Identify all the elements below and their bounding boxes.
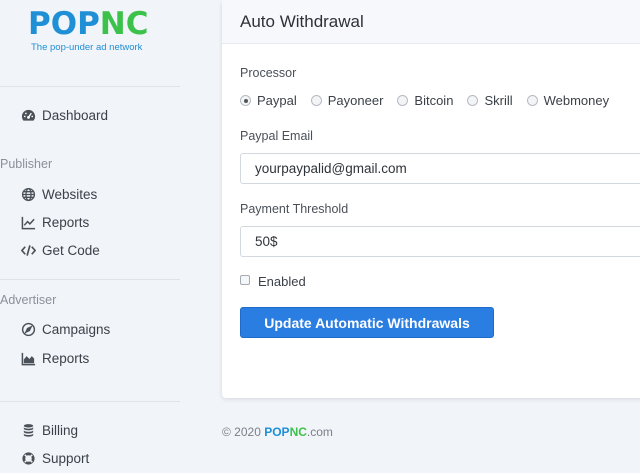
footer-brand-nc: NC: [289, 425, 307, 439]
radio-paypal[interactable]: Paypal: [240, 93, 297, 108]
coins-icon: [20, 422, 36, 438]
sidebar-divider: [0, 401, 180, 402]
sidebar-item-dashboard[interactable]: Dashboard: [20, 104, 108, 126]
sidebar-item-billing[interactable]: Billing: [20, 419, 78, 441]
sidebar-item-label: Campaigns: [42, 321, 111, 337]
sidebar-item-label: Reports: [42, 350, 90, 366]
sidebar-divider: [0, 86, 180, 87]
radio-skrill[interactable]: Skrill: [467, 93, 513, 108]
sidebar: POPNC The pop-under ad network Dashboard…: [0, 0, 180, 473]
radio-dot-selected[interactable]: [240, 95, 251, 106]
radio-label: Skrill: [484, 93, 513, 108]
sidebar-item-label: Support: [42, 450, 90, 466]
sidebar-item-campaigns[interactable]: Campaigns: [20, 318, 110, 340]
radio-label: Webmoney: [543, 93, 610, 108]
section-label-advertiser: Advertiser: [0, 293, 57, 307]
sidebar-item-get-code[interactable]: Get Code: [20, 239, 100, 261]
footer-brand-pop: POP: [264, 425, 290, 439]
sidebar-item-websites[interactable]: Websites: [20, 183, 97, 205]
radio-dot[interactable]: [310, 95, 322, 106]
compass-icon: [20, 321, 36, 337]
logo-pop: POP: [28, 6, 100, 42]
footer-brand[interactable]: POPNC: [264, 425, 307, 439]
sidebar-item-label: Websites: [42, 186, 98, 202]
globe-icon: [20, 186, 36, 202]
threshold-label: Payment Threshold: [240, 202, 349, 216]
footer: © 2020 POPNC.com: [222, 425, 333, 439]
logo[interactable]: POPNC The pop-under ad network: [28, 6, 168, 53]
chart-area-icon: [20, 350, 36, 366]
processor-label: Processor: [240, 66, 297, 80]
radio-dot[interactable]: [397, 95, 409, 106]
paypal-email-input[interactable]: yourpaypalid@gmail.com: [240, 153, 640, 184]
auto-withdrawal-card: Auto Withdrawal Processor Paypal Payonee…: [222, 0, 640, 398]
email-label: Paypal Email: [240, 129, 313, 143]
footer-copyright: © 2020: [222, 425, 261, 439]
enabled-checkbox[interactable]: [240, 274, 250, 285]
sidebar-item-label: Dashboard: [42, 107, 109, 123]
life-ring-icon: [20, 450, 36, 466]
radio-bitcoin[interactable]: Bitcoin: [397, 93, 453, 108]
radio-dot[interactable]: [526, 95, 538, 106]
enabled-checkbox-row[interactable]: Enabled: [240, 274, 306, 289]
processor-radio-group: Paypal Payoneer Bitcoin Skrill Webmoney: [240, 93, 623, 108]
logo-nc: NC: [99, 6, 149, 42]
radio-label: Payoneer: [327, 93, 384, 108]
radio-dot[interactable]: [467, 95, 479, 106]
footer-suffix: .com: [306, 425, 333, 439]
card-title: Auto Withdrawal: [222, 0, 640, 44]
sidebar-item-label: Get Code: [42, 242, 100, 258]
chart-line-icon: [20, 214, 36, 230]
code-icon: [20, 242, 36, 258]
sidebar-item-support[interactable]: Support: [20, 447, 89, 469]
section-label-publisher: Publisher: [0, 157, 53, 171]
sidebar-item-publisher-reports[interactable]: Reports: [20, 211, 89, 233]
sidebar-item-advertiser-reports[interactable]: Reports: [20, 347, 89, 369]
enabled-label: Enabled: [258, 274, 306, 289]
sidebar-item-label: Reports: [42, 214, 90, 230]
sidebar-divider: [0, 279, 180, 280]
radio-label: Bitcoin: [414, 93, 454, 108]
update-automatic-withdrawals-button[interactable]: Update Automatic Withdrawals: [240, 307, 494, 338]
logo-text: POPNC: [28, 6, 168, 42]
radio-payoneer[interactable]: Payoneer: [310, 93, 384, 108]
logo-tagline: The pop-under ad network: [31, 42, 143, 53]
radio-webmoney[interactable]: Webmoney: [526, 93, 610, 108]
radio-label: Paypal: [257, 93, 297, 108]
payment-threshold-input[interactable]: 50$: [240, 226, 640, 257]
dashboard-icon: [20, 107, 36, 123]
sidebar-item-label: Billing: [42, 422, 79, 438]
